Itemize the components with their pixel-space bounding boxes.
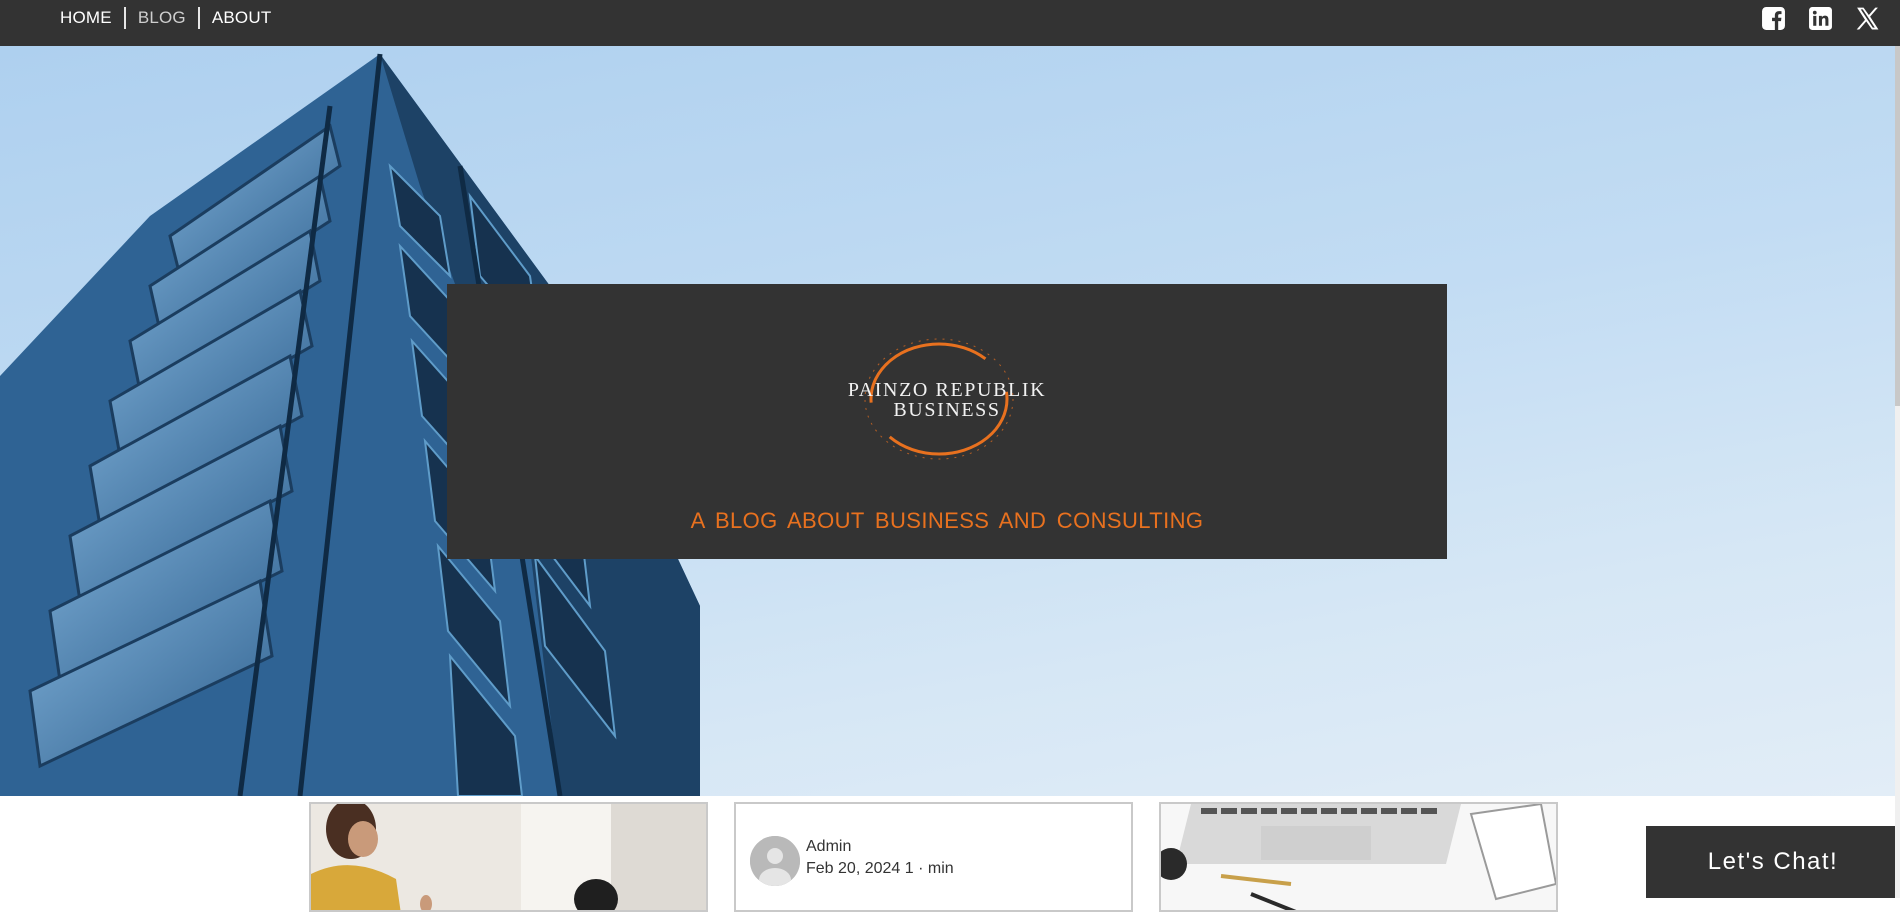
page-scrollbar[interactable] — [1895, 46, 1900, 898]
linkedin-icon[interactable] — [1808, 6, 1833, 31]
main-nav: HOME BLOG ABOUT — [60, 7, 284, 29]
author-avatar — [750, 836, 800, 886]
social-links — [1761, 6, 1880, 31]
logo-title-line-2: BUSINESS — [893, 399, 1001, 421]
post-image[interactable] — [311, 804, 706, 912]
hero-banner: PAINZO REPUBLIK BUSINESS A BLOG ABOUT BU… — [447, 284, 1447, 559]
post-image[interactable] — [1161, 804, 1556, 912]
post-author[interactable]: Admin — [806, 838, 851, 856]
top-nav-bar: HOME BLOG ABOUT — [0, 0, 1900, 46]
logo-title-line-1: PAINZO REPUBLIK — [847, 379, 1047, 401]
nav-about-link[interactable]: ABOUT — [200, 8, 284, 28]
lets-chat-button[interactable]: Let's Chat! — [1646, 826, 1900, 898]
brand-logo-ring — [864, 338, 1014, 460]
nav-blog-link[interactable]: BLOG — [126, 8, 198, 28]
x-icon[interactable] — [1855, 6, 1880, 31]
scrollbar-thumb[interactable] — [1895, 46, 1900, 406]
post-card[interactable]: Admin Feb 20, 2024 1 · min — [734, 802, 1133, 912]
post-date-readtime: Feb 20, 2024 1 · min — [806, 860, 954, 877]
post-card[interactable] — [309, 802, 708, 912]
nav-home-link[interactable]: HOME — [60, 8, 124, 28]
blog-tagline: A BLOG ABOUT BUSINESS AND CONSULTING — [690, 508, 1204, 533]
facebook-icon[interactable] — [1761, 6, 1786, 31]
post-card[interactable] — [1159, 802, 1558, 912]
